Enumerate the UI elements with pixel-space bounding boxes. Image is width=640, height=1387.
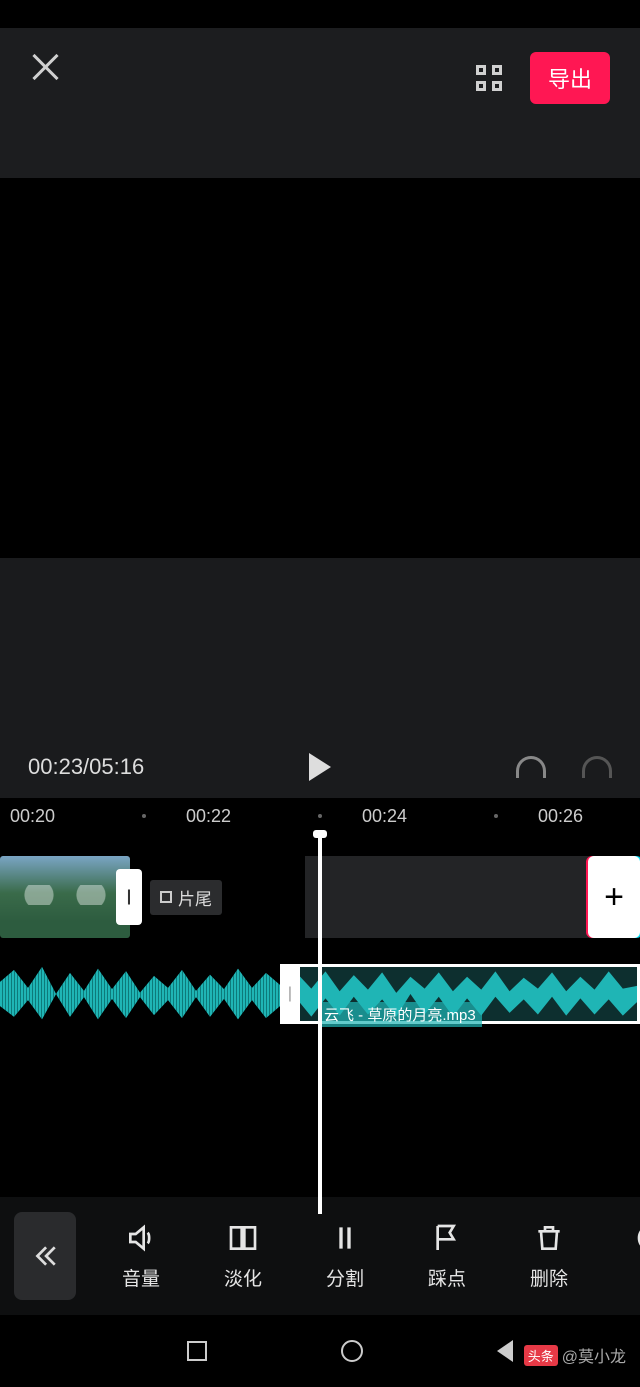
close-button[interactable] xyxy=(30,52,60,82)
ruler-tick: 00:26 xyxy=(538,806,630,827)
tool-volume[interactable]: 音量 xyxy=(90,1222,192,1291)
nav-back-button[interactable] xyxy=(497,1340,513,1362)
tool-label: 淡化 xyxy=(224,1264,262,1291)
export-button[interactable]: 导出 xyxy=(530,52,610,104)
nav-recent-button[interactable] xyxy=(187,1341,207,1361)
attribution-author: @莫小龙 xyxy=(562,1343,626,1367)
tail-badge[interactable]: 片尾 xyxy=(150,880,222,915)
change-icon xyxy=(635,1222,640,1254)
tool-change[interactable]: 变 xyxy=(600,1222,640,1291)
trash-icon xyxy=(533,1222,565,1254)
add-clip-button[interactable]: + xyxy=(588,856,640,938)
ruler-tick: 00:20 xyxy=(10,806,102,827)
playhead[interactable] xyxy=(318,834,322,1214)
fade-icon xyxy=(227,1222,259,1254)
ruler-dot xyxy=(494,814,498,818)
tool-label: 音量 xyxy=(122,1264,160,1291)
tail-label: 片尾 xyxy=(178,885,212,910)
video-preview[interactable] xyxy=(0,178,640,558)
volume-icon xyxy=(125,1222,157,1254)
timecode-label: 00:23/05:16 xyxy=(28,754,144,780)
attribution-badge: 头条 xyxy=(524,1345,558,1366)
playback-controls: 00:23/05:16 xyxy=(0,558,640,798)
ruler-tick: 00:22 xyxy=(186,806,278,827)
tail-icon xyxy=(160,891,172,903)
audio-clip-handle[interactable]: | xyxy=(280,964,300,1024)
undo-button[interactable] xyxy=(516,756,546,778)
tool-fade[interactable]: 淡化 xyxy=(192,1222,294,1291)
collapse-toolbar-button[interactable] xyxy=(14,1212,76,1300)
attribution: 头条 @莫小龙 xyxy=(524,1343,626,1367)
tool-label: 踩点 xyxy=(428,1264,466,1291)
nav-home-button[interactable] xyxy=(341,1340,363,1362)
fullscreen-button[interactable] xyxy=(476,65,502,91)
audio-waveform[interactable] xyxy=(0,964,280,1024)
top-bar: 导出 xyxy=(0,28,640,178)
bottom-toolbar: 音量 淡化 分割 踩点 删除 xyxy=(0,1197,640,1315)
redo-button[interactable] xyxy=(582,756,612,778)
status-bar xyxy=(0,0,640,28)
ruler-dot xyxy=(142,814,146,818)
video-clip-thumbnail[interactable] xyxy=(0,856,130,938)
tool-split[interactable]: 分割 xyxy=(294,1222,396,1291)
ruler-dot xyxy=(318,814,322,818)
tool-label: 删除 xyxy=(530,1264,568,1291)
clip-handle[interactable]: | xyxy=(116,869,142,925)
split-icon xyxy=(329,1222,361,1254)
tool-beat[interactable]: 踩点 xyxy=(396,1222,498,1291)
tool-label: 分割 xyxy=(326,1264,364,1291)
timeline[interactable]: | 片尾 + | 云飞 - 草原的月亮.mp3 xyxy=(0,834,640,1214)
play-button[interactable] xyxy=(309,753,331,781)
flag-icon xyxy=(431,1222,463,1254)
time-ruler[interactable]: 00:20 00:22 00:24 00:26 xyxy=(0,798,640,834)
audio-filename-label: 云飞 - 草原的月亮.mp3 xyxy=(318,1002,482,1027)
ruler-tick: 00:24 xyxy=(362,806,454,827)
tool-delete[interactable]: 删除 xyxy=(498,1222,600,1291)
